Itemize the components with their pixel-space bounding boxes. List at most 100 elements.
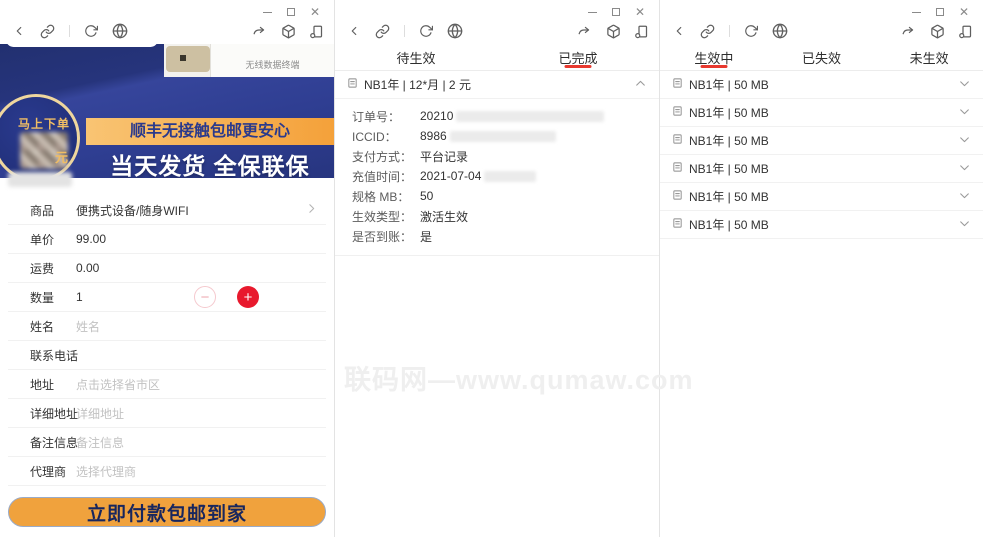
- form-value: 1: [76, 290, 83, 304]
- close-icon[interactable]: ✕: [959, 6, 969, 18]
- window-controls: ✕: [660, 0, 983, 18]
- close-icon[interactable]: ✕: [635, 6, 645, 18]
- back-icon[interactable]: [347, 24, 361, 38]
- order-now-ribbon: 马上下单: [18, 117, 71, 131]
- link-icon[interactable]: [700, 24, 715, 39]
- refresh-icon[interactable]: [419, 24, 433, 38]
- browser-toolbar: [335, 18, 659, 44]
- chevron-down-icon: [958, 161, 971, 177]
- float-window-icon[interactable]: [958, 24, 973, 39]
- sim-plan-list-item[interactable]: NB1年 | 50 MB: [660, 71, 983, 99]
- desktop: ✕ 无线数据终端 顺丰无接触包邮更安心 当天发货 全保联保 马上下单 元 商品 …: [0, 0, 983, 537]
- link-icon[interactable]: [40, 24, 55, 39]
- chevron-right-icon: [305, 202, 318, 218]
- redacted-blur: [456, 110, 605, 122]
- form-label: 姓名: [30, 319, 55, 334]
- maximize-icon[interactable]: [611, 8, 620, 16]
- detail-value: 2021-07-04: [420, 169, 482, 183]
- pay-now-button[interactable]: 立即付款包邮到家: [8, 497, 326, 527]
- globe-icon[interactable]: [447, 23, 463, 39]
- form-row[interactable]: 联系电话: [8, 341, 326, 370]
- quantity-stepper: − +: [194, 286, 259, 308]
- share-icon[interactable]: [576, 24, 593, 39]
- form-row[interactable]: 商品 便携式设备/随身WIFI: [8, 196, 326, 225]
- cube-icon[interactable]: [930, 24, 945, 39]
- float-window-icon[interactable]: [309, 24, 324, 39]
- list-item-label: NB1年 | 50 MB: [689, 106, 769, 120]
- minus-button[interactable]: −: [194, 286, 216, 308]
- form-label: 详细地址: [30, 406, 79, 421]
- product-photo: 无线数据终端: [164, 44, 334, 77]
- refresh-icon[interactable]: [84, 24, 98, 38]
- detail-value: 激活生效: [420, 209, 469, 224]
- tab[interactable]: 未生效: [875, 44, 983, 70]
- redacted-blur: [484, 170, 537, 182]
- form-label: 商品: [30, 203, 55, 218]
- form-label: 单价: [30, 232, 55, 247]
- sim-plan-list-item[interactable]: NB1年 | 50 MB: [660, 155, 983, 183]
- tabbar-order-status: 待生效 已完成: [335, 44, 659, 71]
- form-row[interactable]: 代理商 选择代理商: [8, 457, 326, 486]
- detail-value: 平台记录: [420, 149, 469, 164]
- form-row[interactable]: 备注信息 备注信息: [8, 428, 326, 457]
- list-item-label: NB1年 | 50 MB: [689, 134, 769, 148]
- detail-value: 50: [420, 189, 434, 203]
- form-placeholder: 姓名: [76, 319, 101, 334]
- tab[interactable]: 已失效: [768, 44, 876, 70]
- tab-label: 已失效: [802, 50, 842, 66]
- minimize-icon[interactable]: [911, 11, 921, 13]
- document-icon: [672, 161, 683, 176]
- window-controls: ✕: [0, 0, 334, 18]
- sim-plan-list-item[interactable]: NB1年 | 50 MB: [660, 211, 983, 239]
- list-item-label: NB1年 | 50 MB: [689, 218, 769, 232]
- form-row[interactable]: 单价 99.00: [8, 225, 326, 254]
- detail-label: 是否到账：: [352, 229, 413, 244]
- globe-icon[interactable]: [772, 23, 788, 39]
- form-placeholder: 备注信息: [76, 435, 125, 450]
- cube-icon[interactable]: [606, 24, 621, 39]
- detail-value: 8986: [420, 129, 447, 143]
- detail-label: 充值时间：: [352, 169, 413, 184]
- price-unit: 元: [54, 150, 68, 165]
- form-row[interactable]: 运费 0.00: [8, 254, 326, 283]
- detail-label: 生效类型：: [352, 209, 413, 224]
- form-row[interactable]: 姓名 姓名: [8, 312, 326, 341]
- link-icon[interactable]: [375, 24, 390, 39]
- form-row[interactable]: 数量 1 − +: [8, 283, 326, 312]
- close-icon[interactable]: ✕: [310, 6, 320, 18]
- cube-icon[interactable]: [281, 24, 296, 39]
- minimize-icon[interactable]: [587, 11, 597, 13]
- order-detail-row: 规格 MB： 50: [352, 186, 659, 206]
- refresh-icon[interactable]: [744, 24, 758, 38]
- form-row[interactable]: 地址 点击选择省市区: [8, 370, 326, 399]
- maximize-icon[interactable]: [935, 8, 944, 16]
- minimize-icon[interactable]: [262, 11, 272, 13]
- form-row[interactable]: 详细地址 详细地址: [8, 399, 326, 428]
- maximize-icon[interactable]: [286, 8, 295, 16]
- detail-label: 规格 MB：: [352, 189, 410, 204]
- share-icon[interactable]: [251, 24, 268, 39]
- tab[interactable]: 生效中: [660, 44, 768, 70]
- tab[interactable]: 已完成: [497, 44, 659, 70]
- promo-banner: 无线数据终端 顺丰无接触包邮更安心 当天发货 全保联保 马上下单 元: [0, 44, 334, 178]
- redacted-blur: [8, 172, 72, 187]
- globe-icon[interactable]: [112, 23, 128, 39]
- back-icon[interactable]: [12, 24, 26, 38]
- toolbar-divider: [404, 25, 405, 37]
- window-controls: ✕: [335, 0, 659, 18]
- sim-plan-list-item[interactable]: NB1年 | 50 MB: [660, 99, 983, 127]
- document-icon: [672, 133, 683, 148]
- float-window-icon[interactable]: [634, 24, 649, 39]
- share-icon[interactable]: [900, 24, 917, 39]
- toolbar-divider: [69, 25, 70, 37]
- plus-button[interactable]: +: [237, 286, 259, 308]
- form-value: 便携式设备/随身WIFI: [76, 203, 189, 218]
- tab[interactable]: 待生效: [335, 44, 497, 70]
- sim-plan-list-item[interactable]: NB1年 | 50 MB: [660, 127, 983, 155]
- sim-plan-list-item[interactable]: NB1年 | 50 MB: [660, 183, 983, 211]
- order-detail-row: 充值时间： 2021-07-04: [352, 166, 659, 186]
- back-icon[interactable]: [672, 24, 686, 38]
- promo-line1: 顺丰无接触包邮更安心: [86, 118, 334, 145]
- order-card-header[interactable]: NB1年 | 12*月 | 2 元: [335, 71, 659, 99]
- order-card-title: NB1年 | 12*月 | 2 元: [364, 78, 471, 92]
